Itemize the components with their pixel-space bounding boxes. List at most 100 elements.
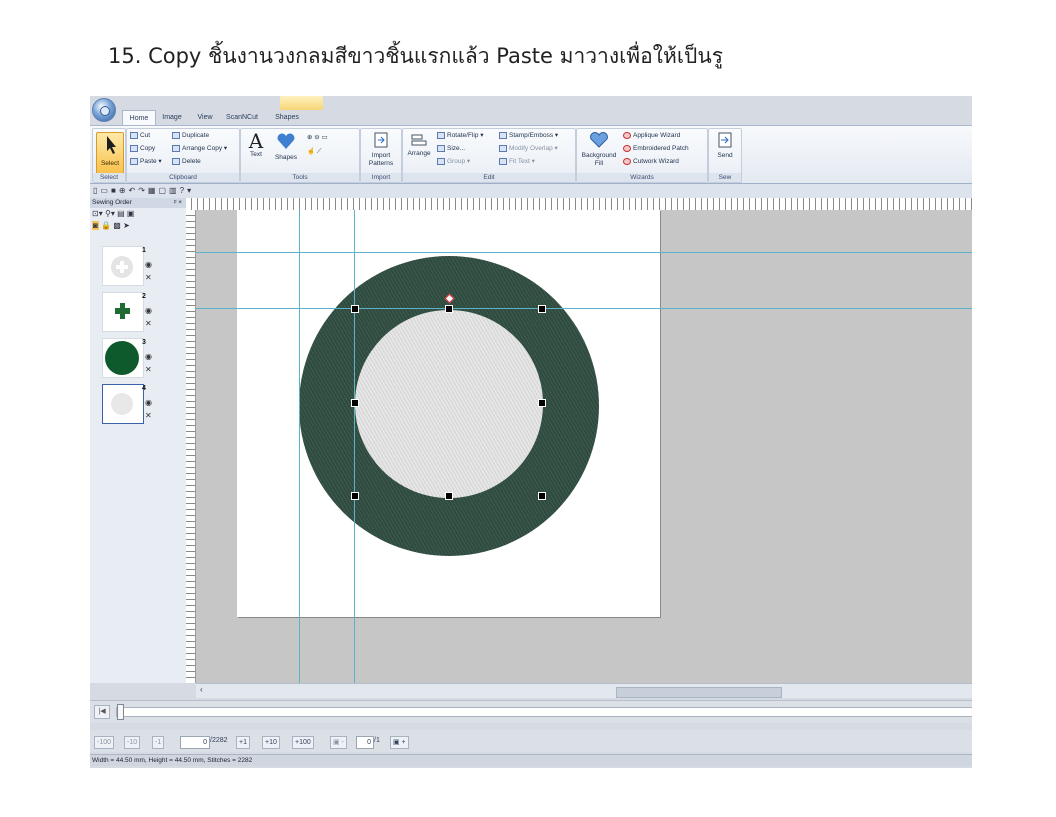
selection-handle[interactable]: [351, 492, 359, 500]
selection-handle[interactable]: [445, 492, 453, 500]
import-patterns-button[interactable]: Import Patterns: [363, 131, 399, 168]
arrange-button[interactable]: Arrange: [405, 133, 433, 158]
selection-handle[interactable]: [351, 399, 359, 407]
rotate-flip-button[interactable]: Rotate/Flip ▾: [437, 131, 484, 140]
tab-home[interactable]: Home: [122, 110, 156, 126]
move-icon[interactable]: ▤: [117, 209, 125, 218]
color-current-field[interactable]: 0: [356, 736, 374, 749]
cut-button[interactable]: Cut: [130, 131, 150, 140]
background-fill-button[interactable]: Background Fill: [579, 131, 619, 168]
panel-pin-close[interactable]: ᵖ ×: [174, 198, 182, 208]
selection-handle[interactable]: [445, 305, 453, 313]
color-prev-button[interactable]: ▣ -: [330, 736, 347, 749]
selection-handle[interactable]: [351, 305, 359, 313]
text-button[interactable]: A Text: [245, 131, 267, 159]
stitch-minus1-button[interactable]: -1: [152, 736, 165, 749]
white-circle-shape[interactable]: [355, 310, 543, 498]
sewing-order-tools-2: ◙ 🔒 ▩ ➤: [90, 220, 186, 232]
no-sew-icon[interactable]: ✕: [145, 412, 152, 420]
status-bar: Width = 44.50 mm, Height = 44.50 mm, Sti…: [90, 754, 972, 766]
cutwork-wizard-button[interactable]: Cutwork Wizard: [623, 157, 679, 166]
applique-wizard-button[interactable]: Applique Wizard: [623, 131, 680, 140]
scroll-left-icon[interactable]: ‹: [200, 685, 203, 694]
shapes-button[interactable]: Shapes: [273, 131, 299, 162]
modify-overlap-button[interactable]: Modify Overlap ▾: [499, 144, 558, 153]
color-next-button[interactable]: ▣ +: [390, 736, 409, 749]
selection-handle[interactable]: [538, 305, 546, 313]
open-file-icon[interactable]: ▭: [100, 186, 108, 195]
stitch-current-field[interactable]: 0: [180, 736, 210, 749]
design-canvas[interactable]: [196, 210, 972, 683]
tab-shapes[interactable]: Shapes: [271, 110, 303, 125]
stamp-emboss-button[interactable]: Stamp/Emboss ▾: [499, 131, 558, 140]
eye-icon[interactable]: ◉: [145, 353, 152, 361]
stitch-plus100-button[interactable]: +100: [292, 736, 314, 749]
tab-image[interactable]: Image: [158, 110, 186, 125]
selection-handle[interactable]: [538, 399, 546, 407]
arrange-label: Arrange: [407, 150, 431, 157]
no-sew-icon[interactable]: ✕: [145, 320, 152, 328]
go-start-icon[interactable]: |◀: [94, 705, 110, 719]
fit-text-button[interactable]: Fit Text ▾: [499, 157, 535, 166]
order-number-3: 3: [142, 339, 146, 346]
duplicate-button[interactable]: Duplicate: [172, 131, 209, 140]
stitch-minus100-button[interactable]: -100: [94, 736, 115, 749]
arrange-copy-icon: [172, 144, 180, 152]
stitch-minus10-button[interactable]: -10: [124, 736, 141, 749]
no-sew-icon[interactable]: ✕: [145, 366, 152, 374]
branch-icon[interactable]: ⚲▾: [105, 209, 115, 218]
stitch-plus1-button[interactable]: +1: [236, 736, 250, 749]
sort-icon[interactable]: ⊡▾: [92, 209, 103, 218]
scroll-thumb[interactable]: [616, 687, 782, 698]
group-button[interactable]: Group ▾: [437, 157, 470, 166]
save-icon[interactable]: ■: [111, 186, 116, 195]
redo-icon[interactable]: ↷: [138, 186, 145, 195]
no-sew-icon[interactable]: ✕: [145, 274, 152, 282]
help-icon[interactable]: ?: [180, 186, 184, 195]
tab-view[interactable]: View: [194, 110, 216, 125]
select-button[interactable]: Select: [96, 132, 124, 174]
guide-line-horizontal[interactable]: [196, 252, 972, 253]
customize-icon[interactable]: ▾: [187, 186, 191, 195]
stitch-slider-thumb[interactable]: [117, 704, 124, 720]
horizontal-scrollbar[interactable]: ‹: [196, 683, 972, 698]
preview-icon[interactable]: ⊕: [119, 186, 126, 195]
guide-line-vertical[interactable]: [299, 210, 300, 683]
sewing-order-item-2[interactable]: [102, 292, 144, 332]
pointer-icon[interactable]: ➤: [123, 221, 130, 230]
undo-icon[interactable]: ↶: [129, 186, 136, 195]
selection-handle[interactable]: [538, 492, 546, 500]
zoom-tools[interactable]: ⊕ ⊖ ▭: [307, 133, 328, 142]
hand-tools[interactable]: ☝ ⟋: [307, 147, 321, 156]
stamp-emboss-label: Stamp/Emboss: [509, 132, 554, 139]
sewing-order-item-1[interactable]: [102, 246, 144, 286]
embroidered-patch-button[interactable]: Embroidered Patch: [623, 144, 689, 153]
eye-icon[interactable]: ◉: [145, 307, 152, 315]
frame-icon[interactable]: ▣: [127, 209, 135, 218]
eye-icon[interactable]: ◉: [145, 399, 152, 407]
new-file-icon[interactable]: ▯: [93, 186, 97, 195]
patch-heart-icon: [623, 144, 631, 152]
stitch-plus10-button[interactable]: +10: [262, 736, 280, 749]
eye-icon[interactable]: ◉: [145, 261, 152, 269]
sewing-order-item-3[interactable]: [102, 338, 144, 378]
stitch-view-icon[interactable]: ▩: [113, 221, 121, 230]
size-button[interactable]: Size...: [437, 144, 465, 153]
color-view-icon[interactable]: ◙: [92, 221, 99, 230]
delete-button[interactable]: Delete: [172, 157, 201, 166]
send-button[interactable]: Send: [711, 131, 739, 160]
guide-line-vertical[interactable]: [354, 210, 355, 683]
sewing-order-item-4[interactable]: [102, 384, 144, 424]
app-menu-button[interactable]: [92, 98, 116, 122]
arrange-copy-button[interactable]: Arrange Copy ▾: [172, 144, 227, 153]
guide-line-horizontal[interactable]: [196, 308, 972, 309]
tab-scanncut[interactable]: ScanNCut: [223, 110, 261, 125]
paste-button[interactable]: Paste ▾: [130, 157, 162, 166]
copy-button[interactable]: Copy: [130, 144, 155, 153]
chart-icon[interactable]: ▥: [169, 186, 177, 195]
stitch-slider-track[interactable]: [116, 707, 972, 717]
screen-icon[interactable]: ▢: [158, 186, 166, 195]
ribbon: Select Select Cut Copy Paste ▾ Duplicate…: [90, 125, 972, 184]
lock-icon[interactable]: 🔒: [101, 221, 111, 230]
grid-icon[interactable]: ▦: [148, 186, 156, 195]
